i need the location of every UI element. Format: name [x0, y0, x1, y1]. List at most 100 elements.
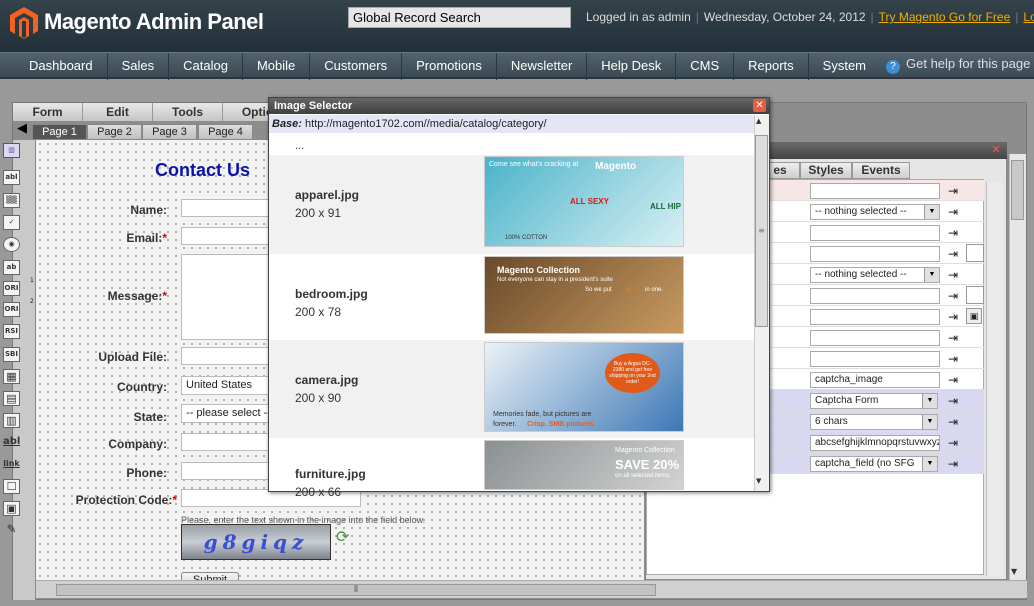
nav-item-dashboard[interactable]: Dashboard — [15, 53, 108, 80]
logo-text[interactable]: Magento Admin Panel — [44, 9, 264, 35]
insert-variable-icon[interactable]: ⇥ — [945, 456, 961, 472]
insert-variable-icon[interactable]: ⇥ — [945, 225, 961, 241]
image-list-item[interactable]: furniture.jpg 200 x 66 Magento Collection S… — [269, 438, 754, 499]
property-select[interactable]: -- nothing selected -- ▼ — [810, 204, 940, 220]
label-protection-code[interactable]: Protection Code:* — [47, 493, 177, 507]
image-filename[interactable]: camera.jpg — [295, 373, 358, 387]
select-country[interactable]: United States — [181, 376, 271, 395]
select-state[interactable]: -- please select -- — [181, 404, 271, 423]
property-input[interactable] — [810, 183, 940, 199]
image-thumbnail[interactable]: Memories fade, but pictures are forever. C… — [484, 342, 684, 432]
property-input[interactable] — [810, 309, 940, 325]
tab-page-4[interactable]: Page 4 — [198, 124, 253, 140]
scroll-down-arrow-icon[interactable]: ▼ — [1011, 567, 1017, 576]
tool-table-icon[interactable]: ▥ — [3, 413, 20, 428]
tool-link-icon[interactable]: link — [3, 457, 20, 472]
nav-item-help-desk[interactable]: Help Desk — [587, 53, 677, 80]
insert-variable-icon[interactable]: ⇥ — [945, 414, 961, 430]
tool-grid-icon[interactable]: ▦ — [3, 369, 20, 384]
tool-ori-1-icon[interactable]: ORI — [3, 281, 20, 296]
nav-item-sales[interactable]: Sales — [108, 53, 170, 80]
input-name[interactable] — [181, 199, 271, 217]
label-phone[interactable]: Phone: — [37, 466, 167, 480]
property-select[interactable]: 6 chars ▼ — [810, 414, 938, 430]
insert-variable-icon[interactable]: ⇥ — [945, 309, 961, 325]
nav-item-promotions[interactable]: Promotions — [402, 53, 497, 80]
tool-label-icon[interactable]: ab — [3, 260, 20, 275]
menu-edit[interactable]: Edit — [83, 103, 153, 121]
try-magento-go-link[interactable]: Try Magento Go for Free — [879, 10, 1011, 24]
image-thumbnail[interactable]: Magento Collection Not everyone can stay … — [484, 256, 684, 334]
properties-close-icon[interactable]: ✕ — [990, 144, 1002, 156]
dialog-scroll-down-icon[interactable]: ▼ — [756, 477, 761, 485]
tool-ori-2-icon[interactable]: ORI — [3, 302, 20, 317]
insert-variable-icon[interactable]: ⇥ — [945, 246, 961, 262]
insert-variable-icon[interactable]: ⇥ — [945, 435, 961, 451]
property-select[interactable]: captcha_field (no SFG ▼ — [810, 456, 938, 472]
dialog-close-icon[interactable]: ✕ — [753, 99, 766, 112]
tab-page-1[interactable]: Page 1 — [32, 124, 87, 140]
nav-item-catalog[interactable]: Catalog — [169, 53, 243, 80]
magento-logo-icon[interactable] — [10, 7, 38, 39]
insert-variable-icon[interactable]: ⇥ — [945, 204, 961, 220]
dropdown-arrow-icon[interactable]: ▼ — [922, 394, 937, 408]
dropdown-arrow-icon[interactable]: ▼ — [922, 415, 937, 429]
form-title[interactable]: Contact Us — [155, 160, 250, 181]
nav-item-newsletter[interactable]: Newsletter — [497, 53, 588, 80]
property-select[interactable]: -- nothing selected -- ▼ — [810, 267, 940, 283]
dialog-title[interactable]: Image Selector — [269, 98, 769, 114]
insert-variable-icon[interactable]: ⇥ — [945, 372, 961, 388]
tab-page-2[interactable]: Page 2 — [87, 124, 142, 140]
image-thumbnail[interactable]: Come see what's cracking at Magento ALL SE… — [484, 156, 684, 247]
insert-variable-icon[interactable]: ⇥ — [945, 183, 961, 199]
property-input[interactable]: captcha_image — [810, 372, 940, 388]
insert-variable-icon[interactable]: ⇥ — [945, 351, 961, 367]
dialog-scroll-thumb[interactable]: ≡ — [755, 135, 768, 327]
tool-select-icon[interactable]: ▥ — [3, 143, 20, 158]
tool-textarea-icon[interactable]: ▒▒ — [3, 193, 20, 208]
tool-box-icon[interactable]: ☐ — [3, 479, 20, 494]
label-email[interactable]: Email:* — [37, 231, 167, 245]
dropdown-arrow-icon[interactable]: ▼ — [924, 205, 939, 219]
tool-sbi-icon[interactable]: SBI — [3, 347, 20, 362]
nav-item-system[interactable]: System — [809, 53, 880, 80]
dropdown-arrow-icon[interactable]: ▼ — [922, 457, 937, 471]
label-message[interactable]: Message:* — [37, 289, 167, 303]
input-company[interactable] — [181, 433, 271, 451]
property-input[interactable] — [810, 288, 940, 304]
textarea-message[interactable] — [181, 254, 271, 340]
label-upload-file[interactable]: Upload File: — [37, 350, 167, 364]
insert-variable-icon[interactable]: ⇥ — [945, 288, 961, 304]
menu-form[interactable]: Form — [13, 103, 83, 121]
dialog-scroll-up-icon[interactable]: ▲ — [756, 117, 761, 125]
tool-radio-icon[interactable]: ◉ — [3, 237, 20, 252]
property-input[interactable] — [810, 246, 940, 262]
canvas-vertical-scroll-thumb[interactable] — [1011, 160, 1024, 220]
property-input[interactable]: abcsefghijklmnopqrstuvwxyz — [810, 435, 940, 451]
global-search-input[interactable]: Global Record Search — [348, 7, 571, 28]
label-company[interactable]: Company: — [37, 437, 167, 451]
property-select[interactable]: Captcha Form ▼ — [810, 393, 938, 409]
canvas-horizontal-scroll-thumb[interactable]: ⦀ — [56, 584, 656, 596]
nav-item-cms[interactable]: CMS — [676, 53, 735, 80]
property-input[interactable] — [810, 330, 940, 346]
page-tab-left-arrow-icon[interactable]: ◀ — [17, 121, 27, 136]
nav-item-customers[interactable]: Customers — [310, 53, 403, 80]
tab-events[interactable]: Events — [852, 162, 910, 179]
help-link[interactable]: ? Get help for this page — [886, 56, 1030, 74]
image-list-item[interactable]: apparel.jpg 200 x 91 Come see what's crack… — [269, 155, 754, 254]
tool-image-icon[interactable]: ▣ — [3, 501, 20, 516]
image-filename[interactable]: apparel.jpg — [295, 188, 359, 202]
tool-list-icon[interactable]: ▤ — [3, 391, 20, 406]
menu-tools[interactable]: Tools — [153, 103, 223, 121]
insert-variable-icon[interactable]: ⇥ — [945, 267, 961, 283]
label-state[interactable]: State: — [37, 410, 167, 424]
input-email[interactable] — [181, 227, 271, 245]
nav-item-reports[interactable]: Reports — [734, 53, 809, 80]
logout-link[interactable]: Log Out — [1023, 10, 1034, 24]
property-input[interactable] — [810, 351, 940, 367]
image-thumbnail[interactable]: Magento Collection SAVE 20% on all selecte… — [484, 440, 684, 490]
nav-item-mobile[interactable]: Mobile — [243, 53, 311, 80]
image-filename[interactable]: furniture.jpg — [295, 467, 366, 481]
property-input[interactable] — [810, 225, 940, 241]
